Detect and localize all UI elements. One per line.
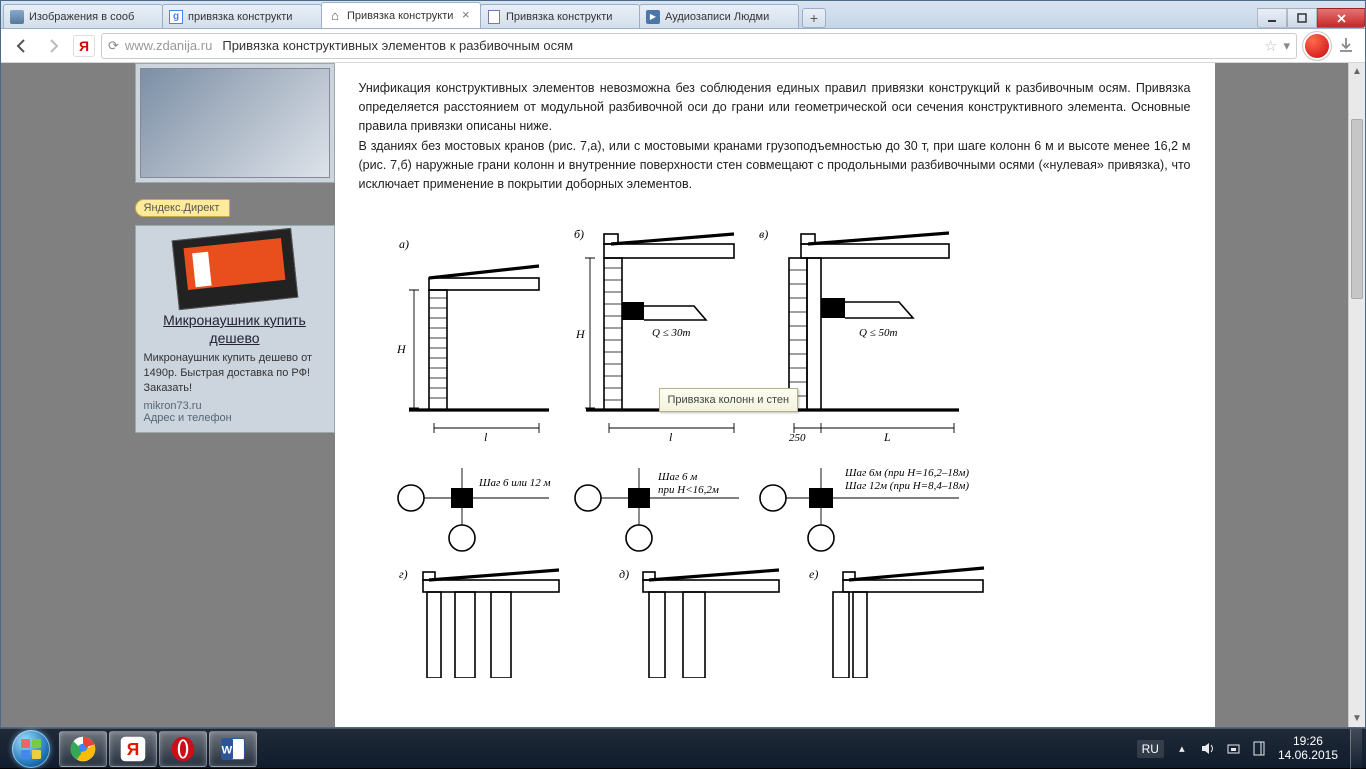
- svg-text:при H<16,2м: при H<16,2м: [658, 484, 719, 496]
- sidebar-image-box: [135, 63, 335, 183]
- svg-text:L: L: [883, 430, 891, 444]
- tab-label: Изображения в сооб: [29, 11, 156, 23]
- system-tray: RU ▴ 19:26 14.06.2015: [1137, 735, 1344, 763]
- article-paragraph: Унификация конструктивных элементов нево…: [359, 79, 1191, 135]
- tab-1[interactable]: Изображения в сооб: [3, 4, 163, 28]
- favicon-home-icon: ⌂: [328, 9, 342, 23]
- favicon-google-icon: g: [169, 10, 183, 24]
- bookmark-star-icon[interactable]: ☆: [1264, 37, 1277, 55]
- svg-text:Шаг 6 м: Шаг 6 м: [657, 471, 697, 483]
- fig-label-e: е): [809, 567, 818, 581]
- fig-label-a: а): [399, 237, 409, 251]
- svg-text:W: W: [222, 744, 233, 756]
- building-image: [140, 68, 330, 178]
- clock-time: 19:26: [1278, 735, 1338, 749]
- ad-text: Микронаушник купить дешево от 1490р. Быс…: [144, 351, 326, 396]
- opera-menu-button[interactable]: [1303, 32, 1331, 60]
- page-scroll[interactable]: Яндекс.Директ Микронаушник купить дешево…: [1, 63, 1348, 727]
- technical-figure: Привязка колонн и стен .ln{stroke:#000;s…: [359, 218, 1191, 678]
- start-button[interactable]: [4, 729, 58, 769]
- svg-text:Q ≤ 50т: Q ≤ 50т: [859, 327, 897, 339]
- reload-icon[interactable]: ⟳: [108, 38, 119, 54]
- taskbar-item-yandex[interactable]: Я: [109, 731, 157, 767]
- tab-close-icon[interactable]: ×: [462, 10, 474, 22]
- titlebar: Изображения в сооб gпривязка конструкти …: [1, 1, 1365, 29]
- new-tab-button[interactable]: +: [802, 8, 826, 28]
- svg-text:Шаг 12м (при H=8,4–18м): Шаг 12м (при H=8,4–18м): [844, 480, 969, 492]
- forward-button[interactable]: [41, 33, 67, 59]
- url-host: www.zdanija.ru: [125, 38, 212, 53]
- svg-text:Шаг 6 или 12 м: Шаг 6 или 12 м: [478, 477, 551, 489]
- show-desktop-button[interactable]: [1350, 729, 1362, 769]
- svg-text:l: l: [484, 430, 488, 444]
- language-indicator[interactable]: RU: [1137, 740, 1164, 758]
- ad-domain[interactable]: mikron73.ru: [144, 400, 326, 412]
- fig-label-v: в): [759, 227, 768, 241]
- taskbar: Я W RU ▴ 19:26 14.06.2015: [0, 728, 1366, 768]
- ad-product-image: [171, 228, 298, 310]
- network-icon[interactable]: [1226, 741, 1242, 757]
- scroll-down-icon[interactable]: ▼: [1349, 710, 1365, 727]
- tab-label: Привязка конструкти: [347, 10, 458, 22]
- svg-text:Я: Я: [127, 739, 140, 759]
- ad-title[interactable]: Микронаушник купить дешево: [144, 312, 326, 347]
- tray-up-icon[interactable]: ▴: [1174, 741, 1190, 757]
- favicon-image-icon: [10, 10, 24, 24]
- tab-4[interactable]: Привязка конструкти: [480, 4, 640, 28]
- windows-orb-icon: [12, 730, 50, 768]
- address-input[interactable]: ⟳ www.zdanija.ru Привязка конструктивных…: [101, 33, 1297, 59]
- taskbar-item-chrome[interactable]: [59, 731, 107, 767]
- tab-5[interactable]: Аудиозаписи Людми: [639, 4, 799, 28]
- image-tooltip: Привязка колонн и стен: [659, 388, 799, 413]
- back-button[interactable]: [9, 33, 35, 59]
- url-title: Привязка конструктивных элементов к разб…: [222, 38, 573, 53]
- svg-text:Q ≤ 30т: Q ≤ 30т: [652, 327, 690, 339]
- ad-card[interactable]: Микронаушник купить дешево Микронаушник …: [135, 225, 335, 433]
- page-content: Яндекс.Директ Микронаушник купить дешево…: [135, 63, 1215, 727]
- tab-2[interactable]: g привязка конструкти: [162, 4, 322, 28]
- svg-text:Шаг 6м (при H=16,2–18м): Шаг 6м (при H=16,2–18м): [844, 467, 969, 479]
- favicon-doc-icon: [487, 10, 501, 24]
- fig-label-d: д): [619, 567, 629, 581]
- action-center-icon[interactable]: [1252, 741, 1268, 757]
- tab-label: Аудиозаписи Людми: [665, 11, 792, 23]
- browser-window: Изображения в сооб gпривязка конструкти …: [0, 0, 1366, 728]
- figure-svg: .ln{stroke:#000;stroke-width:1.6;fill:no…: [359, 218, 1059, 678]
- taskbar-item-word[interactable]: W: [209, 731, 257, 767]
- svg-text:250: 250: [789, 432, 806, 444]
- vertical-scrollbar[interactable]: ▲ ▼: [1348, 63, 1365, 727]
- tab-strip: Изображения в сооб gпривязка конструкти …: [1, 0, 1257, 28]
- viewport: Яндекс.Директ Микронаушник купить дешево…: [1, 63, 1365, 727]
- tab-label: Привязка конструкти: [506, 11, 633, 23]
- article: Унификация конструктивных элементов нево…: [335, 63, 1215, 727]
- address-bar-row: Я ⟳ www.zdanija.ru Привязка конструктивн…: [1, 29, 1365, 63]
- close-button[interactable]: [1317, 8, 1365, 28]
- yandex-direct-badge[interactable]: Яндекс.Директ: [135, 199, 231, 217]
- ad-address-link[interactable]: Адрес и телефон: [144, 412, 326, 424]
- scroll-thumb[interactable]: [1351, 119, 1363, 299]
- svg-text:H: H: [575, 327, 586, 341]
- fig-label-g: г): [399, 567, 408, 581]
- downloads-icon[interactable]: [1337, 36, 1357, 56]
- svg-text:l: l: [669, 430, 673, 444]
- favicon-vk-icon: [646, 10, 660, 24]
- address-dropdown-icon[interactable]: ▾: [1283, 38, 1290, 54]
- sidebar: Яндекс.Директ Микронаушник купить дешево…: [135, 63, 335, 727]
- taskbar-item-opera[interactable]: [159, 731, 207, 767]
- minimize-button[interactable]: [1257, 8, 1287, 28]
- maximize-button[interactable]: [1287, 8, 1317, 28]
- clock-date: 14.06.2015: [1278, 749, 1338, 763]
- clock[interactable]: 19:26 14.06.2015: [1278, 735, 1338, 763]
- window-controls: [1257, 8, 1365, 28]
- tab-3-active[interactable]: ⌂ Привязка конструкти ×: [321, 2, 481, 28]
- article-paragraph: В зданиях без мостовых кранов (рис. 7,а)…: [359, 137, 1191, 193]
- tab-label: привязка конструкти: [188, 11, 315, 23]
- svg-text:H: H: [396, 342, 407, 356]
- yandex-badge-icon[interactable]: Я: [73, 35, 95, 57]
- volume-icon[interactable]: [1200, 741, 1216, 757]
- scroll-up-icon[interactable]: ▲: [1349, 63, 1365, 80]
- fig-label-b: б): [574, 227, 584, 241]
